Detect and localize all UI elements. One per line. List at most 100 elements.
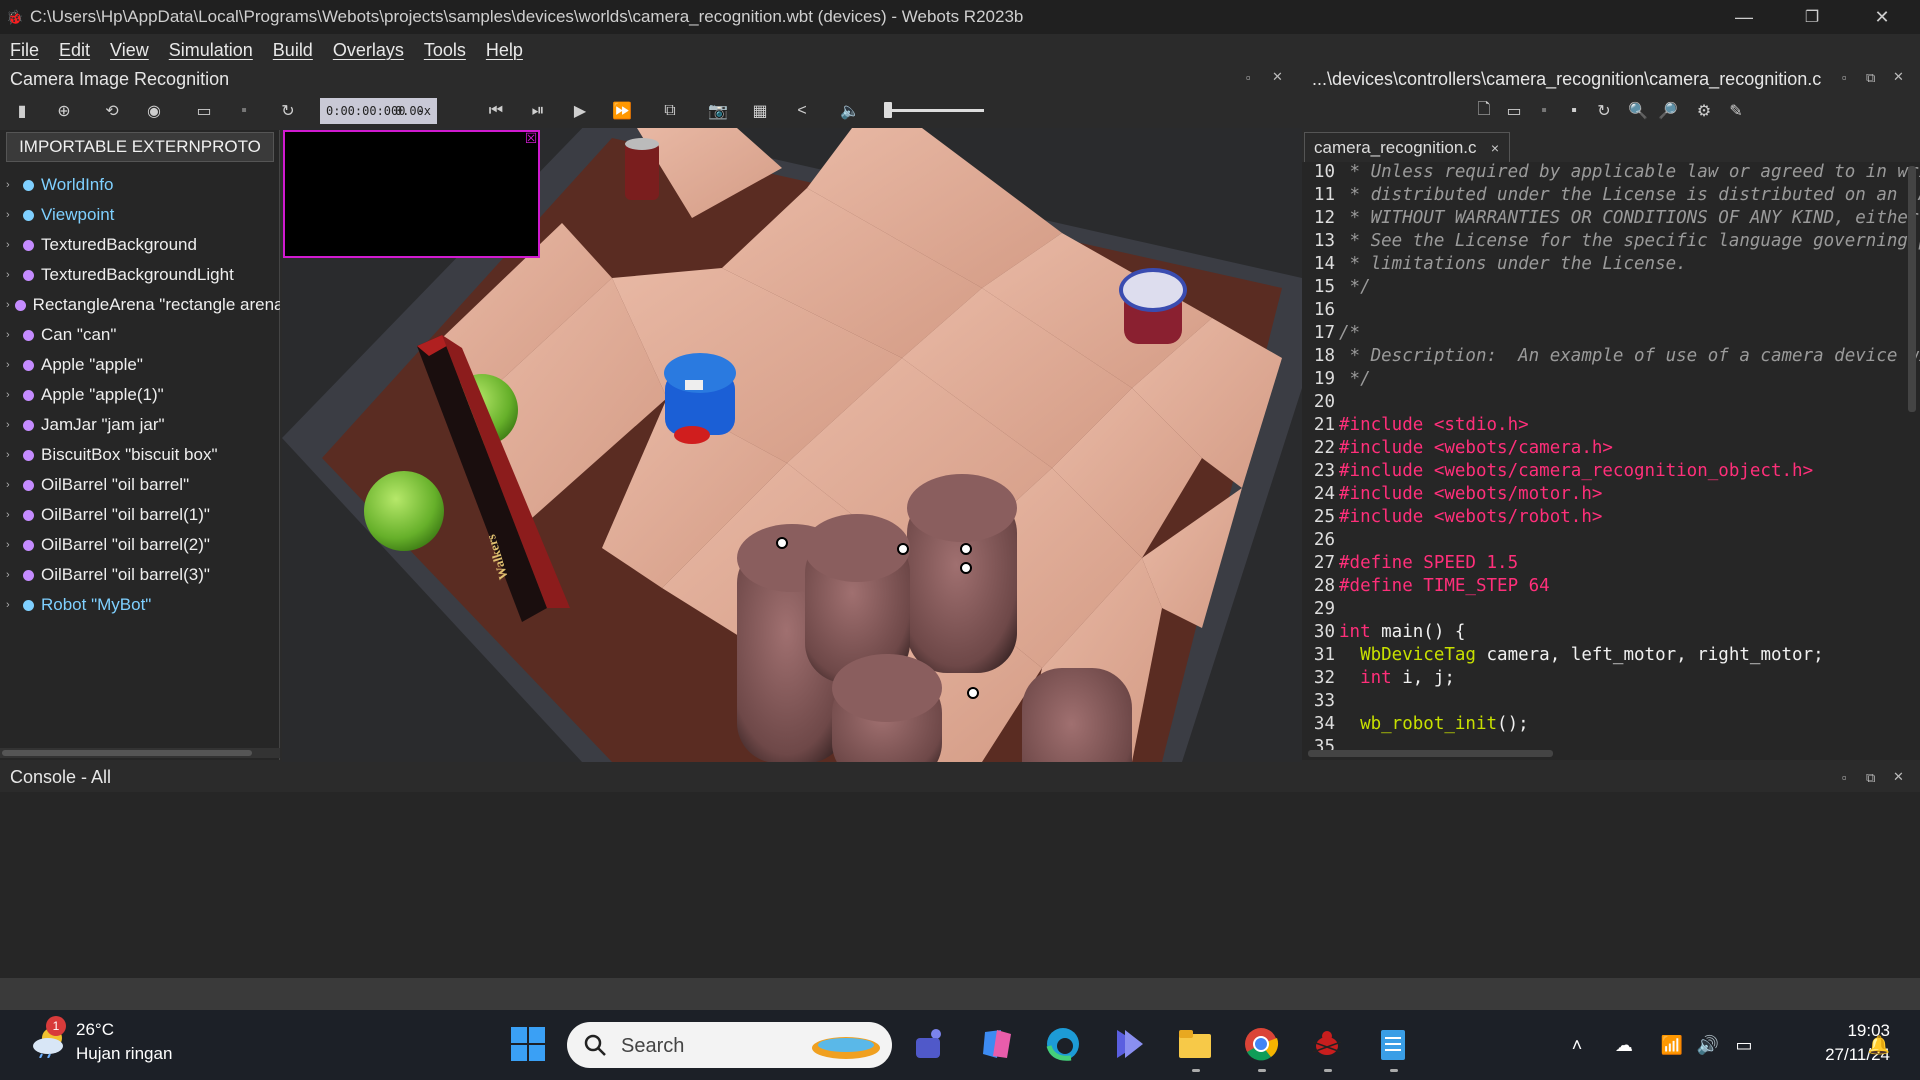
chrome-browser-icon[interactable] (1241, 1024, 1281, 1064)
battery-icon[interactable]: ▭ (1730, 1032, 1758, 1058)
restore-button[interactable]: ❐ (1782, 0, 1842, 34)
share-icon[interactable]: < (790, 99, 814, 123)
scene-tree-node[interactable]: › RectangleArena "rectangle arena" (0, 290, 280, 320)
visibility-eye-icon[interactable]: ◉ (142, 99, 166, 123)
code-line[interactable]: 15 */ (1302, 277, 1371, 300)
scene-tree-node[interactable]: › Apple "apple(1)" (0, 380, 280, 410)
scene-tree-node[interactable]: › OilBarrel "oil barrel" (0, 470, 280, 500)
expand-chevron-icon[interactable]: › (6, 179, 18, 191)
expand-chevron-icon[interactable]: › (6, 419, 18, 431)
expand-chevron-icon[interactable]: › (6, 449, 18, 461)
open-world-icon[interactable]: ▭ (192, 99, 216, 123)
expand-chevron-icon[interactable]: › (6, 569, 18, 581)
scene-tree-node[interactable]: › OilBarrel "oil barrel(3)" (0, 560, 280, 590)
code-line[interactable]: 26 (1302, 530, 1339, 553)
scene-tree-node[interactable]: › JamJar "jam jar" (0, 410, 280, 440)
importable-externproto-button[interactable]: IMPORTABLE EXTERNPROTO (6, 132, 274, 162)
expand-chevron-icon[interactable]: › (6, 509, 18, 521)
file-explorer-icon[interactable] (1175, 1024, 1215, 1064)
reset-simulation-icon[interactable]: ⏮ (484, 99, 508, 123)
menu-build[interactable]: Build (267, 40, 319, 61)
code-line[interactable]: 23 #include <webots/camera_recognition_ob… (1302, 461, 1813, 484)
code-line[interactable]: 11 * distributed under the License is di… (1302, 185, 1920, 208)
console-output[interactable] (0, 792, 1920, 978)
scene-tree-node[interactable]: › TexturedBackgroundLight (0, 260, 280, 290)
weather-condition[interactable]: Hujan ringan (76, 1044, 172, 1064)
menu-tools[interactable]: Tools (418, 40, 472, 61)
scene-tree-node[interactable]: › Viewpoint (0, 200, 280, 230)
rendering-toggle-icon[interactable]: ⧉ (658, 99, 682, 123)
expand-chevron-icon[interactable]: › (6, 479, 18, 491)
save-file-icon[interactable]: ▪ (1532, 99, 1556, 123)
revert-icon[interactable]: ↻ (1592, 99, 1616, 123)
expand-chevron-icon[interactable]: › (6, 359, 18, 371)
editor-close-icon[interactable]: ✕ (1893, 69, 1904, 85)
expand-chevron-icon[interactable]: › (6, 539, 18, 551)
open-file-icon[interactable]: ▭ (1502, 99, 1526, 123)
edge-browser-icon[interactable] (1043, 1024, 1083, 1064)
scene-tree-node[interactable]: › WorldInfo (0, 170, 280, 200)
copilot-icon[interactable] (977, 1024, 1017, 1064)
code-line[interactable]: 16 (1302, 300, 1339, 323)
camera-overlay[interactable]: ☒ (283, 130, 540, 258)
expand-chevron-icon[interactable]: › (6, 329, 18, 341)
webots-taskbar-icon[interactable] (1307, 1024, 1347, 1064)
expand-chevron-icon[interactable]: › (6, 209, 18, 221)
new-file-icon[interactable]: 🗋 (1472, 99, 1496, 123)
scene-tree-node[interactable]: › OilBarrel "oil barrel(1)" (0, 500, 280, 530)
panel-float-icon[interactable]: ▫ (1246, 70, 1251, 85)
code-line[interactable]: 30 int main() { (1302, 622, 1466, 645)
screenshot-camera-icon[interactable]: 📷 (706, 99, 730, 123)
fast-forward-icon[interactable]: ⏩ (610, 99, 634, 123)
record-movie-icon[interactable]: ▦ (748, 99, 772, 123)
code-line[interactable]: 18 * Description: An example of use of a… (1302, 346, 1920, 369)
show-hidden-icons-chevron-icon[interactable]: ˄ (1563, 1032, 1591, 1058)
expand-chevron-icon[interactable]: › (6, 389, 18, 401)
replace-icon[interactable]: 🔎 (1656, 99, 1680, 123)
code-line[interactable]: 24 #include <webots/motor.h> (1302, 484, 1602, 507)
code-line[interactable]: 19 */ (1302, 369, 1371, 392)
minimize-button[interactable]: — (1714, 0, 1774, 34)
code-line[interactable]: 22 #include <webots/camera.h> (1302, 438, 1613, 461)
expand-chevron-icon[interactable]: › (6, 239, 18, 251)
tab-camera-recognition-c[interactable]: camera_recognition.c × (1304, 132, 1510, 162)
find-icon[interactable]: 🔍 (1626, 99, 1650, 123)
teams-icon[interactable] (910, 1024, 950, 1064)
menu-edit[interactable]: Edit (53, 40, 96, 61)
expand-chevron-icon[interactable]: › (6, 599, 18, 611)
toggle-scene-tree-icon[interactable]: ▮ (10, 99, 34, 123)
menu-view[interactable]: View (104, 40, 155, 61)
windows-start-icon[interactable] (508, 1024, 548, 1064)
editor-float-icon[interactable]: ▫ (1842, 70, 1847, 85)
code-line[interactable]: 14 * limitations under the License. (1302, 254, 1687, 277)
console-undock-icon[interactable]: ⧉ (1866, 770, 1875, 786)
wifi-icon[interactable]: 📶 (1658, 1032, 1686, 1058)
code-line[interactable]: 13 * See the License for the specific la… (1302, 231, 1920, 254)
scene-tree-node[interactable]: › OilBarrel "oil barrel(2)" (0, 530, 280, 560)
tab-close-icon[interactable]: × (1491, 140, 1499, 156)
scene-tree-node[interactable]: › Apple "apple" (0, 350, 280, 380)
code-line[interactable]: 29 (1302, 599, 1339, 622)
expand-chevron-icon[interactable]: › (6, 269, 18, 281)
code-line[interactable]: 34 wb_robot_init(); (1302, 714, 1529, 737)
editor-vertical-scrollbar[interactable] (1908, 166, 1916, 412)
step-icon[interactable]: ⏯ (526, 99, 550, 123)
code-line[interactable]: 33 (1302, 691, 1339, 714)
code-line[interactable]: 17/* (1302, 323, 1360, 346)
camera-overlay-close-icon[interactable]: ☒ (524, 131, 538, 146)
code-line[interactable]: 20 (1302, 392, 1339, 415)
console-close-icon[interactable]: ✕ (1893, 769, 1904, 785)
editor-horizontal-scrollbar[interactable] (1308, 750, 1553, 757)
menu-file[interactable]: File (4, 40, 45, 61)
notifications-bell-icon[interactable]: 🔔 (1865, 1032, 1893, 1058)
code-line[interactable]: 28 #define TIME_STEP 64 (1302, 576, 1550, 599)
menu-simulation[interactable]: Simulation (163, 40, 259, 61)
volume-slider-knob[interactable] (884, 102, 892, 118)
code-line[interactable]: 27 #define SPEED 1.5 (1302, 553, 1518, 576)
scene-tree-scroll-thumb[interactable] (2, 750, 252, 756)
code-line[interactable]: 25 #include <webots/robot.h> (1302, 507, 1602, 530)
console-float-icon[interactable]: ▫ (1842, 770, 1847, 785)
onedrive-cloud-icon[interactable]: ☁ (1610, 1032, 1638, 1058)
build-gear-icon[interactable]: ⚙ (1692, 99, 1716, 123)
add-node-icon[interactable]: ⊕ (52, 99, 76, 123)
